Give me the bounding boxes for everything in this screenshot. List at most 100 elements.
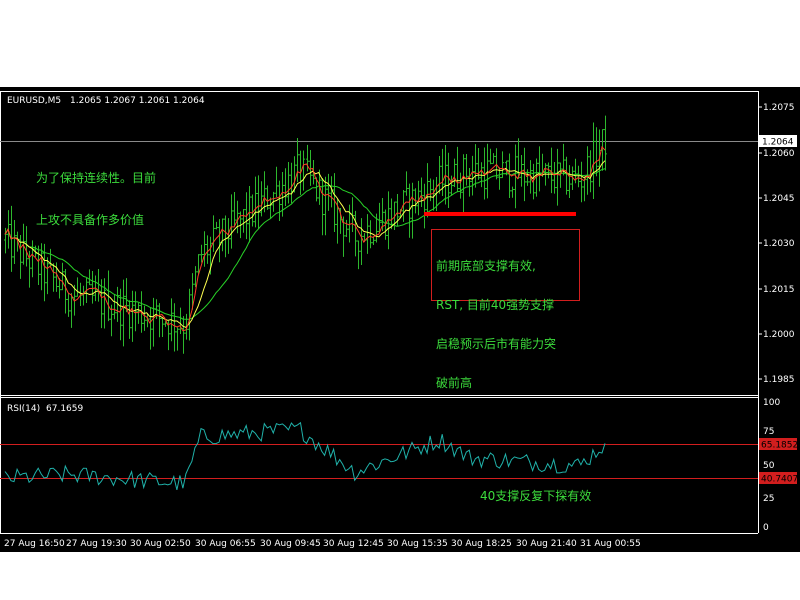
price-bar (302, 150, 305, 191)
chart-window[interactable]: EURUSD,M5 1.2065 1.2067 1.2061 1.2064 1.… (0, 87, 800, 552)
price-bar (122, 279, 125, 347)
price-bar (22, 223, 25, 265)
annotation-box-text: 前期底部支撑有效, RST, 目前40强势支撑 启稳预示后市有能力突 破前高 (436, 234, 556, 416)
price-bar (218, 219, 221, 263)
price-bar (378, 202, 381, 233)
price-bar (474, 144, 477, 188)
price-bar (176, 327, 179, 351)
price-bar (360, 218, 363, 266)
price-bar (67, 293, 70, 317)
rsi-value: 67.1659 (46, 404, 83, 414)
annotation-line: 为了保持连续性。目前 (36, 171, 157, 185)
price-bar (143, 305, 146, 331)
price-bar (128, 300, 131, 339)
price-bar (420, 177, 423, 207)
price-tick: 1.2030 (763, 239, 795, 249)
price-bar (489, 148, 492, 165)
rsi-label: RSI(14) (7, 404, 40, 414)
price-bar (411, 182, 414, 239)
price-bar (61, 262, 64, 291)
price-bar (242, 209, 245, 233)
price-bar (526, 169, 529, 186)
price-bar (462, 154, 465, 213)
time-tick: 27 Aug 19:30 (66, 539, 127, 549)
price-bar (438, 156, 441, 194)
annotation-rsi: 40支撑反复下探有效 (480, 489, 592, 503)
price-bar (492, 153, 495, 164)
price-bar (556, 148, 559, 206)
price-bar (152, 297, 155, 347)
price-bar (459, 172, 462, 199)
chart-ohlc-label: 1.2065 1.2067 1.2061 1.2064 (70, 96, 205, 106)
price-tick: 1.2015 (763, 285, 795, 295)
annotation-top-left: 为了保持连续性。目前 上攻不具备作多价值 (36, 143, 156, 255)
price-tick: 1.2045 (763, 194, 795, 204)
price-bar (278, 180, 281, 222)
rsi-tick: 100 (763, 398, 780, 408)
price-bar (215, 221, 218, 230)
price-bar (369, 220, 372, 249)
price-bar (46, 257, 49, 295)
price-bar (113, 294, 116, 320)
price-bar (212, 215, 215, 252)
price-bar (538, 146, 541, 192)
price-bar (565, 156, 568, 195)
rsi-tick: 25 (763, 494, 774, 504)
price-tick: 1.2060 (763, 149, 795, 159)
price-bar (354, 210, 357, 257)
price-bar (52, 263, 55, 292)
annotation-line: 启稳预示后市有能力突 (436, 337, 557, 351)
price-tick: 1.2000 (763, 330, 795, 340)
price-bar (357, 240, 360, 270)
annotation-line: RST, 目前40强势支撑 (436, 298, 555, 312)
price-tick: 1.2075 (763, 103, 795, 113)
price-bar (577, 165, 580, 188)
price-bar (25, 226, 28, 267)
price-bar (260, 181, 263, 217)
price-bar (366, 214, 369, 254)
annotation-line: 破前高 (436, 376, 473, 390)
price-bar (456, 146, 459, 193)
price-bar (447, 152, 450, 208)
price-bar (203, 231, 206, 267)
price-bar (453, 158, 456, 188)
price-bar (553, 161, 556, 194)
price-bar (248, 185, 251, 243)
time-axis: 27 Aug 16:50 27 Aug 19:30 30 Aug 02:50 3… (4, 539, 641, 549)
price-bar (309, 150, 312, 186)
price-bar (134, 291, 137, 332)
price-bar (88, 269, 91, 286)
price-bar (137, 302, 140, 324)
price-bar (426, 163, 429, 218)
price-bar (182, 316, 185, 354)
price-bar (230, 194, 233, 249)
price-bar (465, 154, 468, 186)
price-bar (327, 173, 330, 211)
price-bar (269, 197, 272, 219)
rsi-tick: 75 (763, 427, 774, 437)
price-bar (345, 219, 348, 238)
annotation-line: 前期底部支撑有效, (436, 259, 536, 273)
price-tick: 1.1985 (763, 375, 795, 385)
time-tick: 30 Aug 09:45 (260, 539, 321, 549)
price-bar (471, 155, 474, 196)
price-bar (206, 235, 209, 264)
time-tick: 30 Aug 06:55 (195, 539, 256, 549)
time-tick: 30 Aug 21:40 (516, 539, 577, 549)
price-bar (179, 307, 182, 334)
rsi-level-label-lower: 40.7407 (761, 475, 798, 485)
price-bar (82, 285, 85, 306)
price-bar (236, 200, 239, 234)
chart-symbol-label: EURUSD,M5 (7, 96, 61, 106)
annotation-line: 上攻不具备作多价值 (36, 213, 145, 227)
price-bar (224, 215, 227, 258)
price-bar (254, 176, 257, 228)
price-bar (257, 175, 260, 229)
price-bar (568, 165, 571, 198)
time-tick: 30 Aug 12:45 (323, 539, 384, 549)
price-bar (158, 303, 161, 338)
price-bar (58, 278, 61, 299)
rsi-axis: 100 75 50 25 0 (763, 398, 780, 533)
price-bar (103, 278, 106, 329)
price-bar (486, 143, 489, 199)
